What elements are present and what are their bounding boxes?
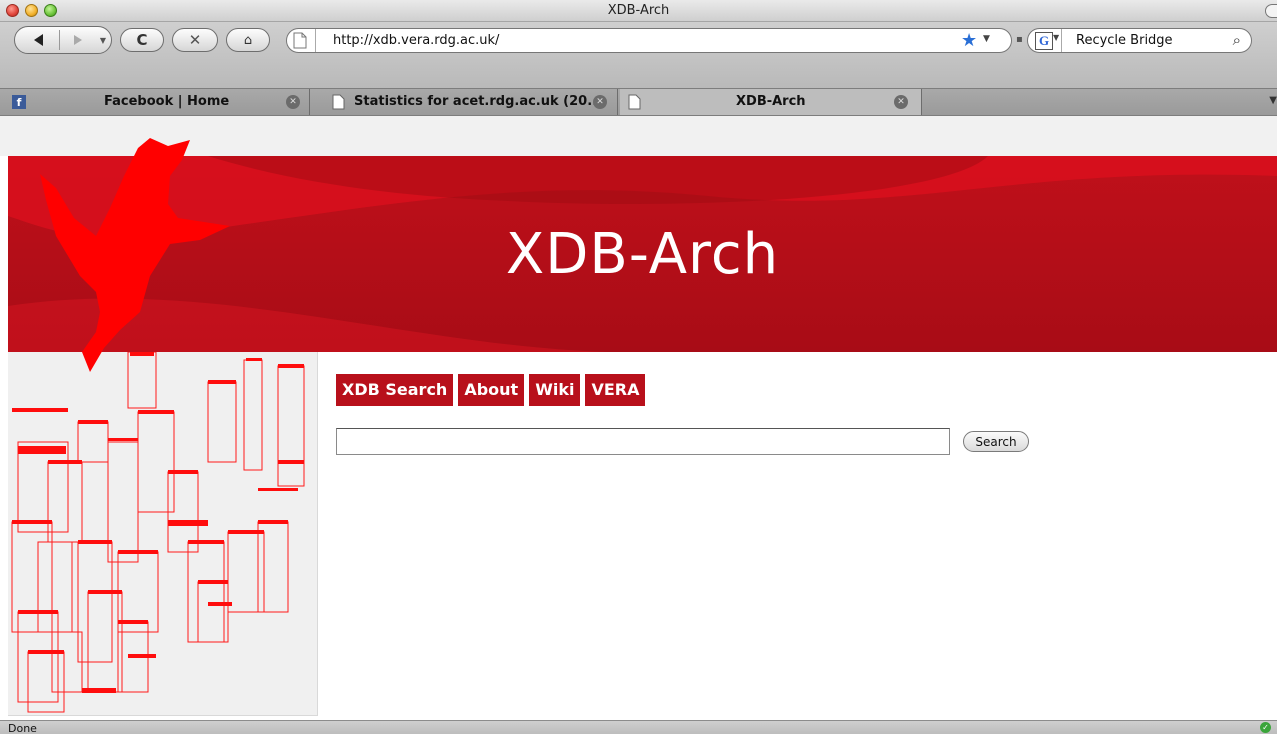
reload-button[interactable]: C <box>120 28 164 52</box>
stop-icon: ✕ <box>188 31 202 49</box>
nav-about[interactable]: About <box>458 374 525 406</box>
status-bar: Done ✓ <box>0 720 1277 735</box>
back-button[interactable] <box>17 28 59 52</box>
url-bar[interactable]: http://xdb.vera.rdg.ac.uk/ ★ ▼ <box>286 28 1012 53</box>
tab-facebook[interactable]: f Facebook | Home ✕ <box>0 89 310 115</box>
tab-strip: f Facebook | Home ✕ Statistics for acet.… <box>0 88 1277 116</box>
search-text[interactable]: Recycle Bridge <box>1076 33 1173 48</box>
sidebar-image <box>8 352 318 716</box>
home-button[interactable]: ⌂ <box>226 28 270 52</box>
status-text: Done <box>8 722 37 735</box>
toolbar-separator: ▪ <box>1016 34 1023 45</box>
xdb-search-input[interactable] <box>336 428 950 455</box>
window-title: XDB-Arch <box>607 3 670 18</box>
tab-label: Statistics for acet.rdg.ac.uk (20... <box>354 94 603 109</box>
url-dropdown-icon[interactable]: ▼ <box>983 34 990 44</box>
nav-xdb-search[interactable]: XDB Search <box>336 374 454 406</box>
tab-close-icon[interactable]: ✕ <box>286 95 300 109</box>
search-icon[interactable]: ⌕ <box>1233 31 1241 49</box>
page-icon <box>332 94 345 110</box>
tab-xdb-arch[interactable]: XDB-Arch ✕ <box>620 89 922 115</box>
home-icon: ⌂ <box>243 32 253 48</box>
status-ok-icon: ✓ <box>1260 722 1271 733</box>
reload-icon: C <box>136 31 148 49</box>
forward-arrow-icon <box>74 35 82 45</box>
dove-logo <box>40 138 230 372</box>
window-title-bar: XDB-Arch <box>0 0 1277 22</box>
page-icon <box>293 32 307 49</box>
back-forward-group: ▼ <box>14 26 112 54</box>
back-arrow-icon <box>33 34 43 46</box>
toolbar-toggle-button[interactable] <box>1265 4 1277 18</box>
archive-sketch-image <box>11 352 305 713</box>
page-icon <box>628 94 641 110</box>
bookmark-star-icon[interactable]: ★ <box>961 30 977 51</box>
tab-close-icon[interactable]: ✕ <box>894 95 908 109</box>
search-engine-dropdown-icon[interactable]: ▼ <box>1053 33 1059 42</box>
page-content: XDB-Arch XDB Search About Wiki VERA Sear… <box>0 116 1277 720</box>
facebook-icon: f <box>12 95 26 109</box>
browser-toolbar: ▼ C ✕ ⌂ http://xdb.vera.rdg.ac.uk/ ★ ▼ ▪… <box>0 22 1277 88</box>
forward-button[interactable] <box>61 28 95 52</box>
url-text[interactable]: http://xdb.vera.rdg.ac.uk/ <box>333 33 499 48</box>
tab-list-icon[interactable]: ▼ <box>1269 95 1277 106</box>
main-nav: XDB Search About Wiki VERA <box>336 374 646 406</box>
nav-vera[interactable]: VERA <box>585 374 646 406</box>
tab-label: Facebook | Home <box>104 94 230 109</box>
google-icon[interactable]: G <box>1035 32 1053 50</box>
search-button[interactable]: Search <box>963 431 1029 452</box>
stop-button[interactable]: ✕ <box>172 28 218 52</box>
nav-wiki[interactable]: Wiki <box>529 374 581 406</box>
tab-statistics[interactable]: Statistics for acet.rdg.ac.uk (20... ✕ <box>312 89 618 115</box>
tab-close-icon[interactable]: ✕ <box>593 95 607 109</box>
history-dropdown-icon[interactable]: ▼ <box>95 28 111 52</box>
tab-label: XDB-Arch <box>736 94 806 109</box>
search-bar[interactable]: G ▼ Recycle Bridge ⌕ <box>1027 28 1252 53</box>
